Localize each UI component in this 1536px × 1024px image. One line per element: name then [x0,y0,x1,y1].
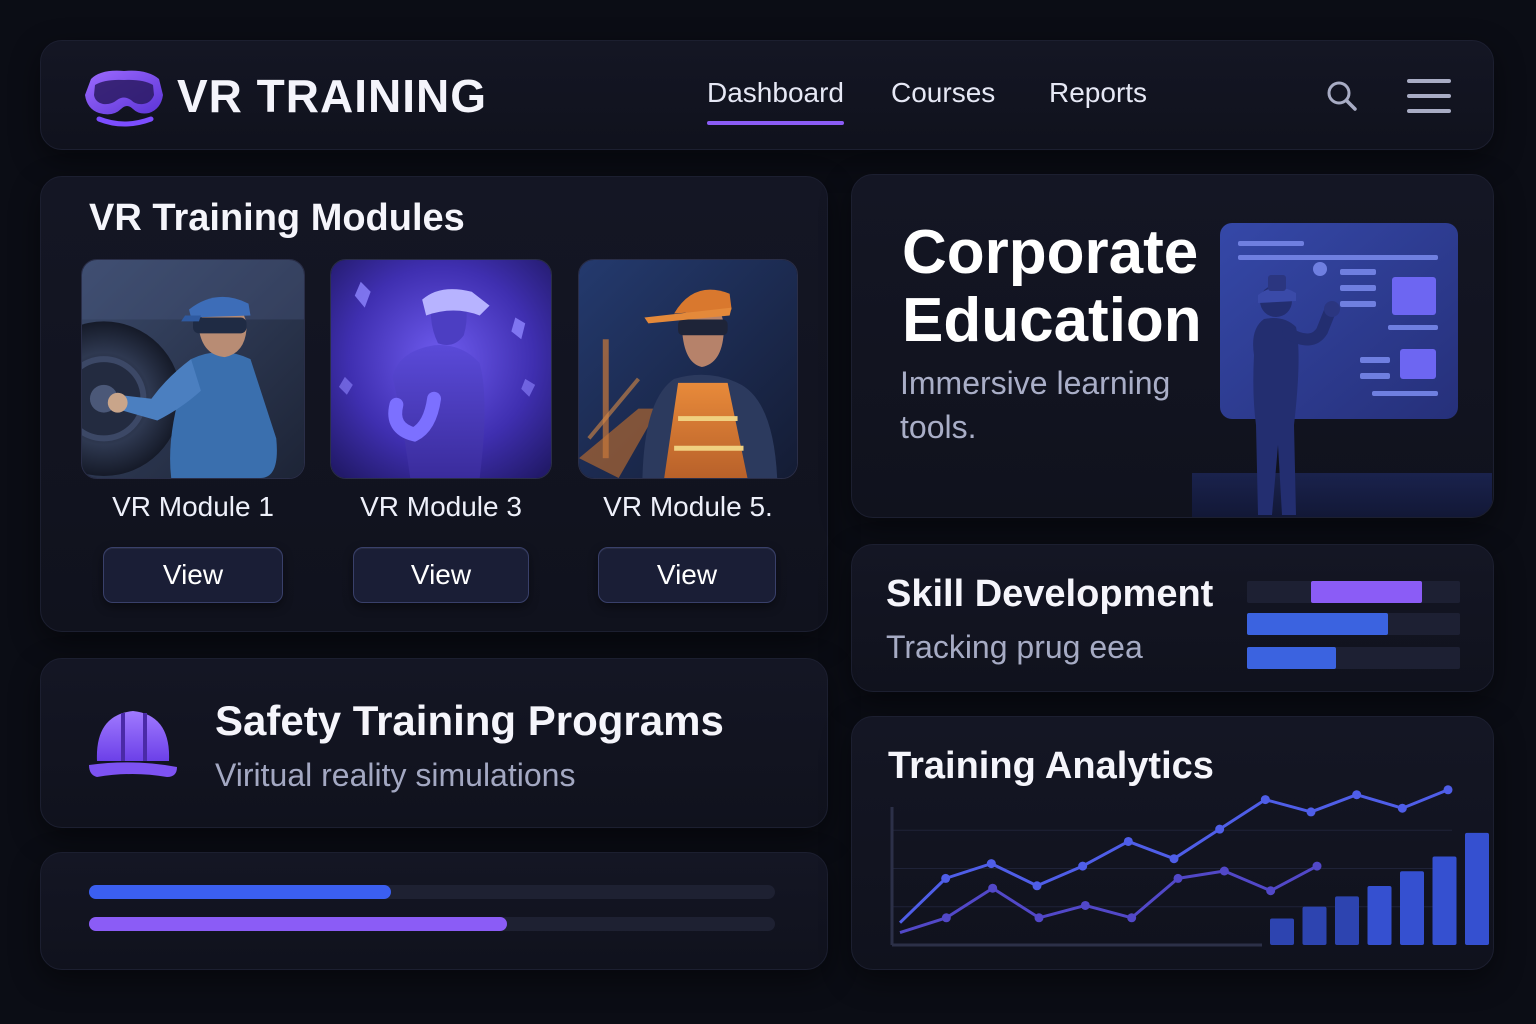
analytics-chart [890,785,1489,947]
chart-bar-6 [1432,856,1457,945]
safety-title: Safety Training Programs [215,697,724,744]
corporate-title-line-1: Corporate [902,218,1199,287]
chart-series-2-point-10 [1312,861,1322,871]
module-5-image[interactable] [578,259,798,479]
progress-card [40,852,828,970]
nav-reports[interactable]: Reports [1049,77,1147,109]
skill-subtitle: Tracking prug eea [886,629,1143,665]
chart-series-1-point-8 [1215,824,1225,834]
chart-series-1-point-4 [1032,881,1042,891]
corporate-education-card[interactable]: Corporate Education Immersive learning t… [851,174,1494,518]
chart-bar-4 [1367,886,1392,945]
chart-series-1-point-9 [1260,795,1270,805]
progress-bar-2-fill [89,917,508,931]
nav-courses[interactable]: Courses [891,77,995,109]
safety-subtitle: Viritual reality simulations [215,757,576,793]
chart-bar-1 [1270,918,1294,945]
skill-bar-2 [1247,613,1460,635]
hard-hat-icon [89,711,177,777]
training-modules-card: VR Training Modules VR Module 1 View VR … [40,176,828,632]
skill-bar-3 [1247,647,1460,669]
chart-series-2-point-9 [1266,886,1276,896]
nav-dashboard[interactable]: Dashboard [707,77,844,125]
chart-series-1-point-7 [1169,854,1179,864]
chart-series-2-point-8 [1219,866,1229,876]
progress-bar-1-fill [89,885,391,899]
corporate-title-line-2: Education [902,286,1202,355]
progress-bar-1 [89,885,775,899]
presenter-screen-illustration [1192,223,1492,517]
chart-bar-3 [1335,896,1359,945]
search-icon[interactable] [1325,79,1359,113]
module-5-label: VR Module 5. [603,491,773,522]
top-navigation-bar: VR TRAINING Dashboard Courses Reports [40,40,1494,150]
chart-series-2-point-5 [1080,900,1090,910]
module-3-view-button[interactable]: View [353,547,529,603]
module-3-label: VR Module 3 [360,491,522,522]
chart-series-2-point-3 [988,883,998,893]
chart-series-1-point-12 [1397,803,1407,813]
chart-series-2-line [899,864,1318,934]
skill-development-card[interactable]: Skill Development Tracking prug eea [851,544,1494,692]
chart-series-1-point-10 [1306,807,1316,817]
module-1-label: VR Module 1 [112,491,274,522]
chart-series-1-point-5 [1078,861,1088,871]
skill-bar-1-fill [1310,581,1422,603]
skill-bar-2-fill [1247,613,1388,635]
chart-bar-2 [1302,906,1327,945]
module-5-view-button[interactable]: View [598,547,776,603]
skill-title: Skill Development [886,573,1214,615]
training-analytics-card[interactable]: Training Analytics [851,716,1494,970]
safety-training-card[interactable]: Safety Training Programs Viritual realit… [40,658,828,828]
chart-series-2-point-4 [1034,913,1044,923]
progress-bar-2 [89,917,775,931]
module-1-image[interactable] [81,259,305,479]
app-brand-title: VR TRAINING [177,70,487,122]
chart-series-1-point-6 [1123,836,1133,846]
vr-headset-icon[interactable] [81,65,167,127]
chart-series-2-point-2 [941,913,951,923]
corporate-title: Corporate Education [902,219,1202,355]
module-3-image[interactable] [330,259,552,479]
chart-series-2-point-6 [1127,913,1137,923]
corporate-subtitle: Immersive learning tools. [900,365,1171,445]
chart-bar-7 [1465,832,1489,945]
skill-bar-1 [1247,581,1460,603]
skill-bar-3-fill [1247,647,1337,669]
module-1-view-button[interactable]: View [103,547,283,603]
chart-series-1-point-2 [941,873,951,883]
chart-series-1-point-11 [1352,790,1362,800]
chart-bar-5 [1400,871,1424,945]
chart-series-1-point-13 [1443,785,1453,795]
hamburger-menu-icon[interactable] [1407,77,1451,115]
chart-series-1-point-3 [986,859,996,869]
modules-title: VR Training Modules [89,197,465,239]
chart-series-2-point-7 [1173,873,1183,883]
